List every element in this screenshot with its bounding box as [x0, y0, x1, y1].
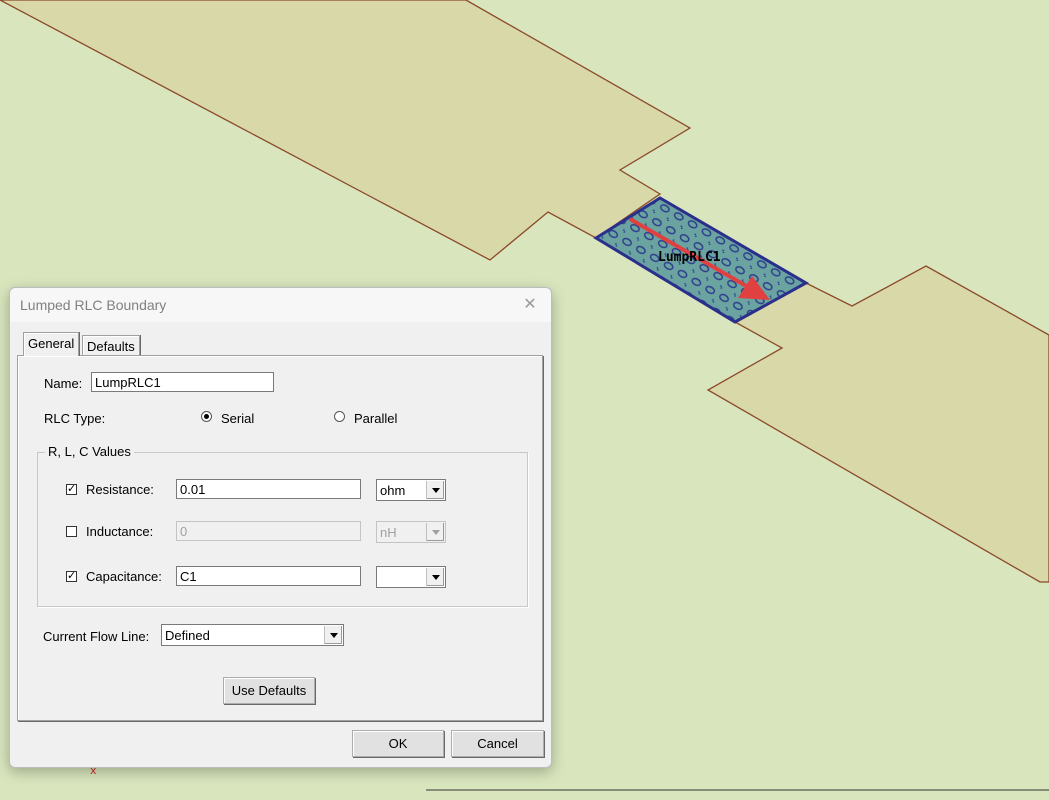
inductance-label: Inductance: [86, 524, 154, 539]
resistance-label: Resistance: [86, 482, 154, 497]
name-label: Name: [44, 376, 83, 391]
inductance-checkbox[interactable] [66, 526, 77, 537]
resistance-input[interactable] [176, 479, 361, 499]
capacitance-input[interactable] [176, 566, 361, 586]
current-flow-select[interactable]: Defined [161, 624, 344, 646]
current-flow-value: Defined [165, 628, 210, 643]
name-input[interactable] [91, 372, 274, 392]
cancel-button[interactable]: Cancel [451, 730, 544, 757]
radio-serial[interactable] [201, 411, 212, 422]
radio-parallel[interactable] [334, 411, 345, 422]
inductance-unit-value: nH [380, 525, 397, 540]
chevron-down-icon[interactable] [426, 481, 444, 499]
radio-serial-dot [204, 414, 209, 419]
inductance-input [176, 521, 361, 541]
radio-parallel-label[interactable]: Parallel [354, 411, 397, 426]
resistance-unit-select[interactable]: ohm [376, 479, 446, 501]
tab-general[interactable]: General [23, 332, 80, 356]
close-icon[interactable]: ✕ [517, 293, 543, 317]
resistance-checkbox[interactable]: ✓ [66, 484, 77, 495]
chevron-down-icon[interactable] [426, 568, 444, 586]
use-defaults-button[interactable]: Use Defaults [223, 677, 315, 704]
tab-defaults[interactable]: Defaults [82, 335, 140, 357]
dialog-title: Lumped RLC Boundary [20, 297, 167, 313]
lumped-rlc-dialog: Lumped RLC Boundary ✕ General Defaults N… [9, 287, 552, 768]
dialog-titlebar[interactable]: Lumped RLC Boundary ✕ [10, 288, 551, 322]
port-label: LumpRLC1 [658, 250, 721, 265]
capacitance-checkbox[interactable]: ✓ [66, 571, 77, 582]
radio-serial-label[interactable]: Serial [221, 411, 254, 426]
rlc-type-label: RLC Type: [44, 411, 106, 426]
resistance-unit-value: ohm [380, 483, 406, 498]
chevron-down-icon[interactable] [324, 626, 342, 644]
chevron-down-icon [426, 523, 444, 541]
ok-button[interactable]: OK [352, 730, 444, 757]
current-flow-label: Current Flow Line: [43, 629, 150, 644]
capacitance-label: Capacitance: [86, 569, 162, 584]
capacitance-unit-select[interactable] [376, 566, 446, 588]
inductance-unit-select: nH [376, 521, 446, 543]
rlc-values-group-title: R, L, C Values [45, 444, 134, 459]
